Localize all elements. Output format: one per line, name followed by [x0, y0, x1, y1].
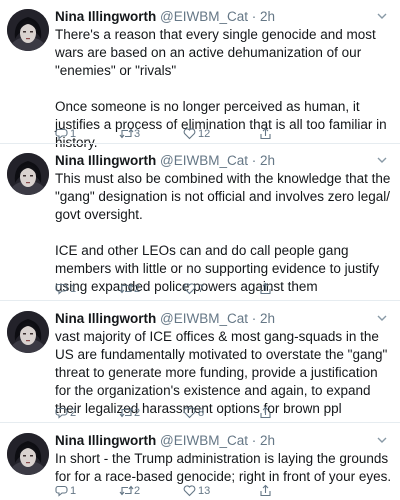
chevron-down-icon[interactable]: [374, 152, 390, 168]
retweet-count: 2: [134, 283, 141, 295]
reply-icon: [55, 407, 68, 419]
tweet-text: vast majority of ICE offices & most gang…: [55, 329, 392, 416]
author-handle[interactable]: @EIWBM_Cat: [160, 311, 248, 326]
tweet-time[interactable]: 2h: [260, 311, 275, 326]
reply-icon: [55, 283, 68, 295]
avatar[interactable]: [7, 9, 49, 51]
avatar[interactable]: [7, 311, 49, 353]
tweet-actions: 1 2 7: [55, 282, 335, 296]
header-separator: ·: [251, 153, 257, 168]
author-name[interactable]: Nina Illingworth: [55, 311, 156, 326]
share-icon: [260, 406, 271, 419]
retweet-icon: [119, 485, 134, 496]
tweet-time[interactable]: 2h: [260, 153, 275, 168]
tweet-actions: 1 3 12: [55, 127, 335, 141]
tweet-time[interactable]: 2h: [260, 9, 275, 24]
tweet-header: Nina Illingworth @EIWBM_Cat · 2h: [55, 432, 390, 450]
reply-count: 1: [70, 283, 77, 295]
author-name[interactable]: Nina Illingworth: [55, 9, 156, 24]
author-handle[interactable]: @EIWBM_Cat: [160, 153, 248, 168]
tweet-divider: [0, 422, 400, 423]
avatar[interactable]: [7, 153, 49, 195]
heart-icon: [183, 128, 196, 140]
tweet-actions: 2 2 8: [55, 406, 335, 420]
share-icon: [260, 127, 271, 140]
retweet-count: 2: [134, 407, 141, 419]
retweet-icon: [119, 407, 134, 418]
tweet-divider: [0, 300, 400, 301]
tweet-header: Nina Illingworth @EIWBM_Cat · 2h: [55, 152, 390, 170]
tweet-actions: 1 2 13: [55, 484, 335, 498]
retweet-count: 3: [134, 128, 141, 140]
like-count: 13: [198, 485, 211, 497]
chevron-down-icon[interactable]: [374, 8, 390, 24]
tweet-text: This must also be combined with the know…: [55, 171, 391, 294]
tweet-text: In short - the Trump administration is l…: [55, 451, 392, 484]
heart-icon: [183, 283, 196, 295]
author-name[interactable]: Nina Illingworth: [55, 153, 156, 168]
tweet-divider: [0, 143, 400, 144]
share-icon: [260, 282, 271, 295]
heart-icon: [183, 407, 196, 419]
reply-icon: [55, 128, 68, 140]
reply-count: 1: [70, 485, 77, 497]
tweet-header: Nina Illingworth @EIWBM_Cat · 2h: [55, 8, 390, 26]
header-separator: ·: [251, 9, 257, 24]
share-icon: [260, 484, 271, 497]
chevron-down-icon[interactable]: [374, 432, 390, 448]
reply-count: 1: [70, 128, 77, 140]
retweet-icon: [119, 128, 134, 139]
like-count: 12: [198, 128, 211, 140]
retweet-count: 2: [134, 485, 141, 497]
reply-count: 2: [70, 407, 77, 419]
author-name[interactable]: Nina Illingworth: [55, 433, 156, 448]
heart-icon: [183, 485, 196, 497]
author-handle[interactable]: @EIWBM_Cat: [160, 433, 248, 448]
header-separator: ·: [251, 311, 257, 326]
tweet-time[interactable]: 2h: [260, 433, 275, 448]
like-count: 8: [198, 407, 205, 419]
author-handle[interactable]: @EIWBM_Cat: [160, 9, 248, 24]
like-count: 7: [198, 283, 205, 295]
tweet-header: Nina Illingworth @EIWBM_Cat · 2h: [55, 310, 390, 328]
retweet-icon: [119, 283, 134, 294]
timeline: Nina Illingworth @EIWBM_Cat · 2h There's…: [0, 0, 400, 500]
avatar[interactable]: [7, 433, 49, 475]
reply-icon: [55, 485, 68, 497]
chevron-down-icon[interactable]: [374, 310, 390, 326]
header-separator: ·: [251, 433, 257, 448]
